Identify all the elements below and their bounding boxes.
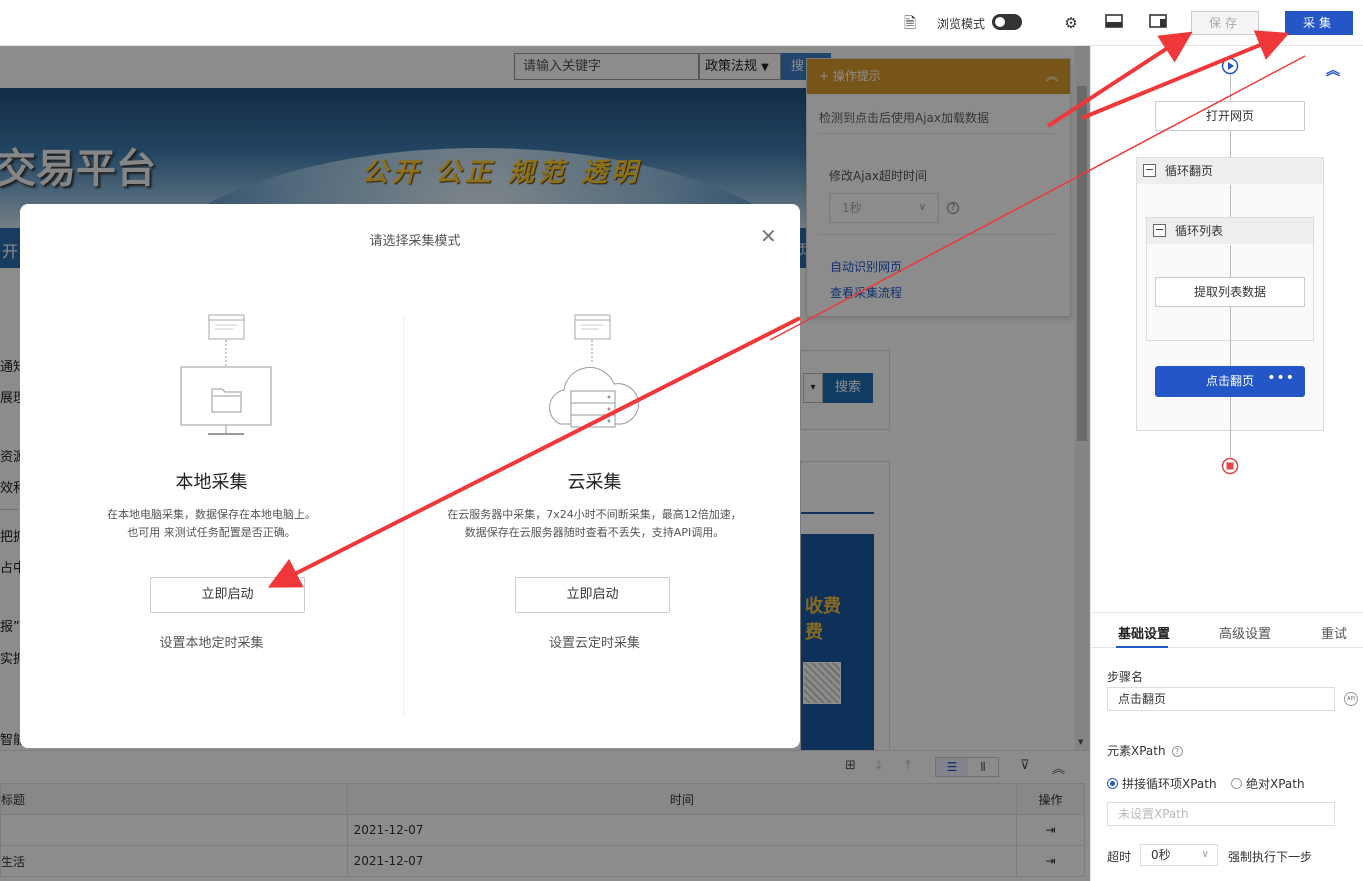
local-start-button[interactable]: 立即启动: [150, 577, 305, 613]
step-name-input[interactable]: 点击翻页: [1107, 687, 1335, 711]
more-options-icon[interactable]: •••: [1267, 363, 1295, 394]
flow-connector: [1230, 245, 1231, 277]
local-desc-line: 也可用 来测试任务配置是否正确。: [127, 526, 296, 539]
collapse-minus-icon[interactable]: −: [1153, 224, 1166, 237]
help-icon[interactable]: ?: [1171, 746, 1183, 757]
local-schedule-link[interactable]: 设置本地定时采集: [20, 632, 403, 651]
collect-mode-dialog: 请选择采集模式 ✕ 本地采集 在本地电脑采集，数据保存在本地电脑上。 也可用 来…: [20, 204, 800, 748]
flow-group-header: − 循环翻页: [1137, 158, 1323, 184]
xpath-label: 元素XPath?: [1107, 742, 1183, 759]
flow-connector: [1230, 307, 1231, 366]
flow-node-click-next-label: 点击翻页: [1205, 374, 1254, 388]
local-computer-illustration: [180, 314, 272, 435]
xpath-option-concat[interactable]: 拼接循环项XPath: [1107, 775, 1217, 792]
collapse-up-icon[interactable]: ︽: [1326, 60, 1340, 80]
flow-group-loop-page-label: 循环翻页: [1165, 164, 1214, 178]
collapse-minus-icon[interactable]: −: [1143, 164, 1156, 177]
stop-end-icon[interactable]: [1220, 456, 1240, 476]
cloud-start-button[interactable]: 立即启动: [515, 577, 670, 613]
step-name-label: 步骤名: [1107, 670, 1144, 684]
flow-connector: [1230, 185, 1231, 217]
settings-tabs: 基础设置 高级设置 重试: [1091, 612, 1363, 648]
cloud-server-illustration: [549, 314, 639, 428]
radio-selected-icon: [1107, 778, 1118, 789]
api-icon[interactable]: API: [1344, 692, 1358, 706]
radio-icon: [1231, 778, 1242, 789]
flow-group-header: − 循环列表: [1147, 218, 1313, 244]
layout-right-icon[interactable]: [1148, 13, 1168, 33]
xpath-option-concat-label: 拼接循环项XPath: [1122, 777, 1217, 791]
cloud-schedule-link[interactable]: 设置云定时采集: [403, 632, 786, 651]
timeout-select[interactable]: 0秒 ∨: [1140, 844, 1218, 866]
xpath-option-absolute[interactable]: 绝对XPath: [1231, 775, 1305, 792]
chevron-down-icon: ∨: [1201, 849, 1209, 860]
flow-connector: [1230, 131, 1231, 157]
flow-connector: [1230, 397, 1231, 457]
timeout-select-value: 0秒: [1151, 848, 1171, 862]
play-start-icon[interactable]: [1220, 56, 1240, 76]
xpath-label-text: 元素XPath: [1107, 744, 1166, 758]
tab-retry[interactable]: 重试: [1321, 623, 1347, 642]
force-next-label: 强制执行下一步: [1228, 850, 1313, 864]
local-mode-name: 本地采集: [175, 472, 248, 493]
layout-bottom-icon[interactable]: [1104, 13, 1124, 33]
local-mode-description: 在本地电脑采集，数据保存在本地电脑上。 也可用 来测试任务配置是否正确。: [20, 506, 403, 542]
collect-button[interactable]: 采集: [1285, 11, 1353, 35]
flow-node-open-page[interactable]: 打开网页: [1155, 101, 1305, 131]
xpath-input[interactable]: 未设置XPath: [1107, 802, 1335, 826]
timeout-label: 超时: [1107, 850, 1132, 864]
local-desc-line: 在本地电脑采集，数据保存在本地电脑上。: [107, 508, 316, 521]
flow-node-click-next[interactable]: 点击翻页 •••: [1155, 366, 1305, 397]
cloud-desc-line: 数据保存在云服务器随时查看不丢失，支持API调用。: [464, 526, 725, 539]
tab-advanced[interactable]: 高级设置: [1219, 623, 1271, 642]
active-tab-indicator: [1116, 646, 1168, 648]
browse-mode-toggle[interactable]: [992, 14, 1022, 30]
browse-mode-label: 浏览模式: [937, 17, 986, 31]
export-doc-icon[interactable]: 🗎: [900, 13, 920, 33]
top-toolbar: 🗎 浏览模式 ⚙ 保存 采集: [0, 0, 1363, 46]
cloud-mode-option: 云采集 在云服务器中采集，7x24小时不间断采集，最高12倍加速， 数据保存在云…: [403, 204, 786, 748]
save-button[interactable]: 保存: [1191, 11, 1259, 35]
flow-group-loop-list-label: 循环列表: [1175, 224, 1224, 238]
flow-connector: [1230, 74, 1231, 101]
flow-node-extract[interactable]: 提取列表数据: [1155, 277, 1305, 307]
cloud-mode-name: 云采集: [567, 472, 622, 493]
cloud-desc-line: 在云服务器中采集，7x24小时不间断采集，最高12倍加速，: [447, 508, 742, 521]
gear-icon[interactable]: ⚙: [1061, 13, 1081, 33]
tab-basic[interactable]: 基础设置: [1118, 623, 1170, 642]
local-mode-option: 本地采集 在本地电脑采集，数据保存在本地电脑上。 也可用 来测试任务配置是否正确…: [20, 204, 403, 748]
xpath-option-absolute-label: 绝对XPath: [1246, 777, 1305, 791]
cloud-mode-description: 在云服务器中采集，7x24小时不间断采集，最高12倍加速， 数据保存在云服务器随…: [403, 506, 786, 542]
